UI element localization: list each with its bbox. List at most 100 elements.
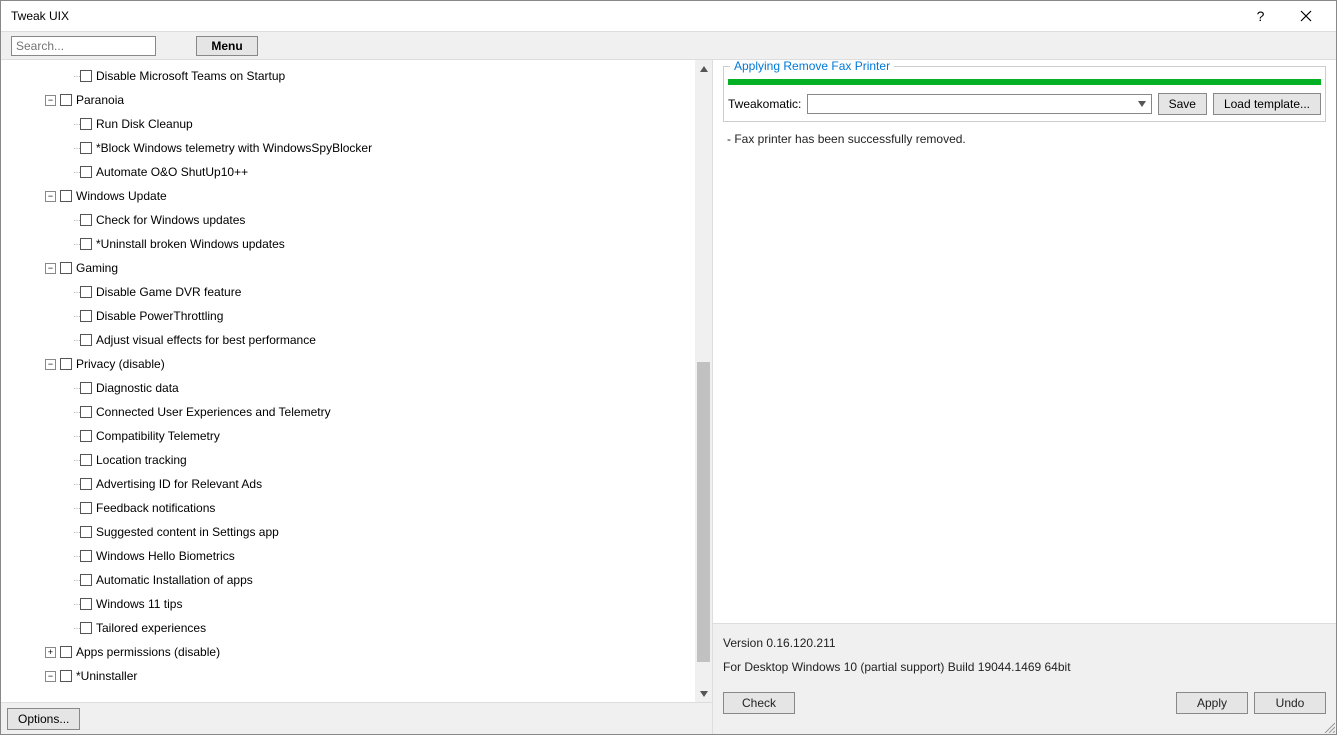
checkbox-icon[interactable] xyxy=(80,406,92,418)
expander-icon[interactable]: + xyxy=(45,647,56,658)
tree-item-label: Location tracking xyxy=(96,453,187,467)
left-footer: Options... xyxy=(1,702,712,734)
tree-item[interactable]: ···Compatibility Telemetry xyxy=(15,424,712,448)
checkbox-icon[interactable] xyxy=(60,190,72,202)
load-template-button[interactable]: Load template... xyxy=(1213,93,1321,115)
apply-fieldset: Applying Remove Fax Printer Tweakomatic:… xyxy=(723,66,1326,122)
checkbox-icon[interactable] xyxy=(80,574,92,586)
tree-item[interactable]: ···Location tracking xyxy=(15,448,712,472)
tree-item[interactable]: ···Run Disk Cleanup xyxy=(15,112,712,136)
resize-grip-icon[interactable] xyxy=(1323,721,1335,733)
help-button[interactable]: ? xyxy=(1238,1,1283,31)
checkbox-icon[interactable] xyxy=(80,598,92,610)
tree-item-label: Run Disk Cleanup xyxy=(96,117,193,131)
checkbox-icon[interactable] xyxy=(80,526,92,538)
menu-button[interactable]: Menu xyxy=(196,36,258,56)
checkbox-icon[interactable] xyxy=(80,502,92,514)
tree-item[interactable]: ···Tailored experiences xyxy=(15,616,712,640)
save-button[interactable]: Save xyxy=(1158,93,1207,115)
checkbox-icon[interactable] xyxy=(80,310,92,322)
checkbox-icon[interactable] xyxy=(60,646,72,658)
options-button[interactable]: Options... xyxy=(7,708,80,730)
progress-bar xyxy=(728,79,1321,85)
search-input[interactable] xyxy=(11,36,156,56)
checkbox-icon[interactable] xyxy=(80,334,92,346)
tree-item[interactable]: ···Suggested content in Settings app xyxy=(15,520,712,544)
tree-item[interactable]: ···Feedback notifications xyxy=(15,496,712,520)
tree-group[interactable]: −*Uninstaller xyxy=(15,664,712,688)
checkbox-icon[interactable] xyxy=(80,286,92,298)
window-title: Tweak UIX xyxy=(11,9,1238,23)
toolbar: Menu xyxy=(1,32,1336,60)
tree-item[interactable]: ···Windows Hello Biometrics xyxy=(15,544,712,568)
checkbox-icon[interactable] xyxy=(60,262,72,274)
tree-item[interactable]: ···Automatic Installation of apps xyxy=(15,568,712,592)
checkbox-icon[interactable] xyxy=(80,430,92,442)
vertical-scrollbar[interactable] xyxy=(695,60,712,702)
tweakomatic-label: Tweakomatic: xyxy=(728,97,801,111)
tree-panel: ···Disable Microsoft Teams on Startup − Pa… xyxy=(1,60,713,734)
tree-item[interactable]: ···Windows 11 tips xyxy=(15,592,712,616)
expander-icon[interactable]: − xyxy=(45,263,56,274)
tree-item-label: Tailored experiences xyxy=(96,621,206,635)
scroll-up-icon[interactable] xyxy=(695,60,712,77)
tree-item[interactable]: ···*Block Windows telemetry with Windows… xyxy=(15,136,712,160)
scrollbar-thumb[interactable] xyxy=(697,362,710,662)
checkbox-icon[interactable] xyxy=(60,358,72,370)
checkbox-icon[interactable] xyxy=(80,382,92,394)
apply-button[interactable]: Apply xyxy=(1176,692,1248,714)
tree-item-label: Privacy (disable) xyxy=(76,357,165,371)
tree-item-label: Feedback notifications xyxy=(96,501,215,515)
tree-item[interactable]: ···Advertising ID for Relevant Ads xyxy=(15,472,712,496)
expander-icon[interactable]: − xyxy=(45,191,56,202)
tree-group[interactable]: − Privacy (disable) xyxy=(15,352,712,376)
tree-item-label: Windows Update xyxy=(76,189,167,203)
tree-item[interactable]: ···Adjust visual effects for best perfor… xyxy=(15,328,712,352)
tree-item-label: Paranoia xyxy=(76,93,124,107)
checkbox-icon[interactable] xyxy=(80,118,92,130)
tree-item-label: Suggested content in Settings app xyxy=(96,525,279,539)
tree-item-label: Connected User Experiences and Telemetry xyxy=(96,405,331,419)
tree-item-label: *Uninstall broken Windows updates xyxy=(96,237,285,251)
tree-group[interactable]: − Paranoia xyxy=(15,88,712,112)
check-button[interactable]: Check xyxy=(723,692,795,714)
tree-item[interactable]: ···Disable Microsoft Teams on Startup xyxy=(15,64,712,88)
expander-icon[interactable]: − xyxy=(45,95,56,106)
checkbox-icon[interactable] xyxy=(60,670,72,682)
checkbox-icon[interactable] xyxy=(80,142,92,154)
tree-item[interactable]: ···Check for Windows updates xyxy=(15,208,712,232)
fieldset-legend: Applying Remove Fax Printer xyxy=(730,60,894,73)
checkbox-icon[interactable] xyxy=(80,238,92,250)
tree-item[interactable]: ···Connected User Experiences and Teleme… xyxy=(15,400,712,424)
checkbox-icon[interactable] xyxy=(80,622,92,634)
checkbox-icon[interactable] xyxy=(80,550,92,562)
tree-group[interactable]: − Windows Update xyxy=(15,184,712,208)
checkbox-icon[interactable] xyxy=(80,166,92,178)
tree-item[interactable]: ···Disable PowerThrottling xyxy=(15,304,712,328)
checkbox-icon[interactable] xyxy=(80,454,92,466)
tree-item-label: Compatibility Telemetry xyxy=(96,429,220,443)
scroll-down-icon[interactable] xyxy=(695,685,712,702)
expander-icon[interactable]: − xyxy=(45,359,56,370)
tree-group[interactable]: −Gaming xyxy=(15,256,712,280)
tree-view[interactable]: ···Disable Microsoft Teams on Startup − Pa… xyxy=(1,60,712,702)
tree-item[interactable]: ···Automate O&O ShutUp10++ xyxy=(15,160,712,184)
checkbox-icon[interactable] xyxy=(80,478,92,490)
tweakomatic-combo[interactable] xyxy=(807,94,1151,114)
checkbox-icon[interactable] xyxy=(80,214,92,226)
tree-item[interactable]: ···Diagnostic data xyxy=(15,376,712,400)
tree-item-label: Windows 11 tips xyxy=(96,597,182,611)
tree-item[interactable]: ···Disable Game DVR feature xyxy=(15,280,712,304)
checkbox-icon[interactable] xyxy=(60,94,72,106)
expander-icon[interactable]: − xyxy=(45,671,56,682)
close-button[interactable] xyxy=(1283,1,1328,31)
titlebar: Tweak UIX ? xyxy=(1,1,1336,32)
tree-item[interactable]: ···*Uninstall broken Windows updates xyxy=(15,232,712,256)
tree-item-label: Automatic Installation of apps xyxy=(96,573,253,587)
detail-panel: Applying Remove Fax Printer Tweakomatic:… xyxy=(713,60,1336,734)
build-text: For Desktop Windows 10 (partial support)… xyxy=(723,660,1326,674)
undo-button[interactable]: Undo xyxy=(1254,692,1326,714)
tree-item-label: Disable Game DVR feature xyxy=(96,285,241,299)
tree-group[interactable]: +Apps permissions (disable) xyxy=(15,640,712,664)
checkbox-icon[interactable] xyxy=(80,70,92,82)
